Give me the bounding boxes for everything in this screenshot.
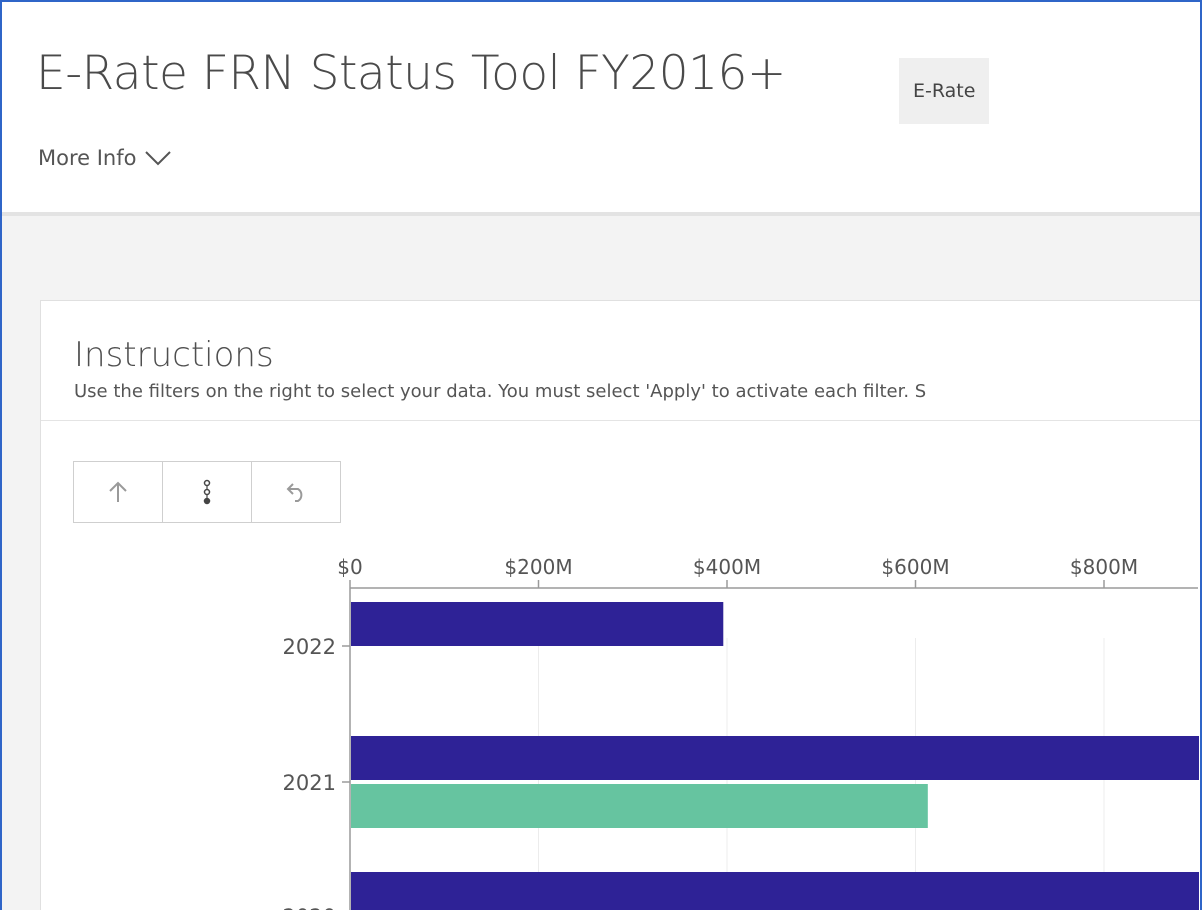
x-tick-label: $200M: [504, 555, 572, 579]
window-frame: E-Rate FRN Status Tool FY2016+ E-Rate Mo…: [0, 0, 1202, 910]
x-tick-label: $0: [337, 555, 362, 579]
bar-series-a: [351, 602, 724, 646]
x-tick-label: $600M: [881, 555, 949, 579]
x-tick-label: $400M: [693, 555, 761, 579]
y-tick-label: 2020: [283, 905, 336, 910]
bar-series-b: [351, 784, 928, 828]
x-tick-label: $800M: [1070, 555, 1138, 579]
y-tick-label: 2021: [283, 771, 336, 795]
bar-series-a: [351, 736, 1199, 780]
bar-series-a: [351, 872, 1199, 910]
funding-bar-chart: $0 $200M $400M $600M $800M 2022 2021 2020: [283, 555, 1199, 910]
y-tick-label: 2022: [283, 635, 336, 659]
